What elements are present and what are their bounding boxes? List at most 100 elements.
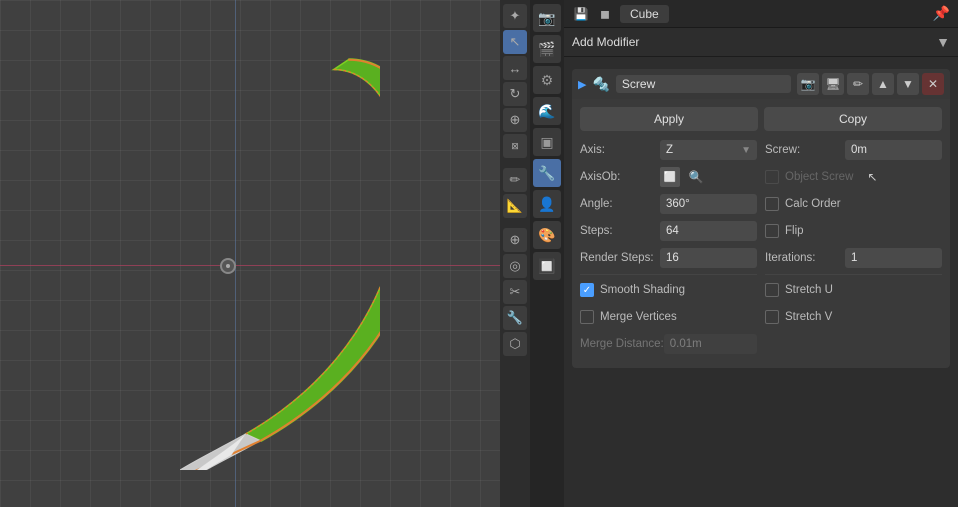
modifier-panel: ▶ 🔩 📷 🖥 ✏ ▲ ▼ ✕ Apply Copy <box>564 57 958 507</box>
axis-ob-field-row: AxisOb: ⬜ 🔍 <box>580 166 757 188</box>
left-column: Axis: Z ▼ AxisOb: ⬜ 🔍 <box>580 139 757 360</box>
stretch-u-checkbox[interactable] <box>765 283 779 297</box>
screw-value-text: 0m <box>851 144 867 156</box>
left-toolbar: ✦ ↖ ↔ ↻ ⊕ ⊠ ✏ 📐 ⊕ ◎ ✂ 🔧 ⬡ <box>500 0 530 507</box>
axis-chevron: ▼ <box>741 145 751 156</box>
iterations-value[interactable]: 1 <box>845 248 942 268</box>
origin-point <box>220 258 236 274</box>
modifier-body: Apply Copy Axis: Z ▼ <box>572 99 950 368</box>
render-steps-label: Render Steps: <box>580 252 660 264</box>
toolbar-extra2[interactable]: ⬡ <box>503 332 527 356</box>
prop-material[interactable]: 🎨 <box>533 221 561 249</box>
copy-button[interactable]: Copy <box>764 107 942 131</box>
steps-value[interactable]: 64 <box>660 221 757 241</box>
tab-cube[interactable]: Cube <box>620 5 669 23</box>
object-screw-label: Object Screw <box>785 171 853 183</box>
render-steps-field-row: Render Steps: 16 <box>580 247 757 269</box>
stretch-v-checkbox[interactable] <box>765 310 779 324</box>
modifier-render-btn[interactable]: 📷 <box>797 73 819 95</box>
angle-value[interactable]: 360° <box>660 194 757 214</box>
steps-field-row: Steps: 64 <box>580 220 757 242</box>
stretch-u-row: Stretch U <box>765 279 942 301</box>
toolbar-cursor[interactable]: ✦ <box>503 4 527 28</box>
toolbar-edit[interactable]: ✂ <box>503 280 527 304</box>
prop-particles[interactable]: 👤 <box>533 190 561 218</box>
separator <box>580 274 757 275</box>
steps-label: Steps: <box>580 225 660 237</box>
prop-scene[interactable]: ⚙ <box>533 66 561 94</box>
merge-distance-value: 0.01m <box>664 334 757 354</box>
toolbar-scale[interactable]: ⊕ <box>503 108 527 132</box>
axis-value[interactable]: Z ▼ <box>660 140 757 160</box>
smooth-shading-checkbox[interactable] <box>580 283 594 297</box>
add-modifier-bar[interactable]: Add Modifier ▼ <box>564 28 958 57</box>
calc-order-row: Calc Order <box>765 193 942 215</box>
render-steps-value-text: 16 <box>666 252 679 264</box>
apply-button[interactable]: Apply <box>580 107 758 131</box>
toolbar-annotate[interactable]: ✏ <box>503 168 527 192</box>
toolbar-move[interactable]: ↔ <box>503 56 527 80</box>
modifier-header-icons: 📷 🖥 ✏ ▲ ▼ ✕ <box>797 73 944 95</box>
add-modifier-label: Add Modifier <box>572 35 639 49</box>
modifier-actions-row: Apply Copy <box>580 107 942 131</box>
axis-value-text: Z <box>666 144 673 156</box>
toolbar-transform[interactable]: ⊠ <box>503 134 527 158</box>
angle-value-text: 360° <box>666 198 690 210</box>
calc-order-label: Calc Order <box>785 198 841 210</box>
toolbar-sculpt[interactable]: ◎ <box>503 254 527 278</box>
iterations-label: Iterations: <box>765 252 845 264</box>
right-column: Screw: 0m Object Screw ↖ <box>765 139 942 360</box>
viewport[interactable] <box>0 0 500 507</box>
eyedropper-icon[interactable]: 🔍 <box>686 167 706 187</box>
modifier-move-up-btn[interactable]: ▲ <box>872 73 894 95</box>
object-screw-row: Object Screw ↖ <box>765 166 942 188</box>
prop-render[interactable]: 📷 <box>533 4 561 32</box>
top-bar: 💾 ◼ Cube 📌 <box>564 0 958 28</box>
calc-order-checkbox[interactable] <box>765 197 779 211</box>
toolbar-measure[interactable]: 📐 <box>503 194 527 218</box>
screw-value[interactable]: 0m <box>845 140 942 160</box>
merge-vertices-checkbox[interactable] <box>580 310 594 324</box>
angle-field-row: Angle: 360° <box>580 193 757 215</box>
cursor-indicator: ↖ <box>867 170 877 184</box>
flip-row: Flip <box>765 220 942 242</box>
axis-label: Axis: <box>580 144 660 156</box>
modifier-toggle[interactable]: ▶ <box>578 78 586 91</box>
modifier-close-btn[interactable]: ✕ <box>922 73 944 95</box>
angle-label: Angle: <box>580 198 660 210</box>
modifier-edit-btn[interactable]: ✏ <box>847 73 869 95</box>
merge-vertices-row: Merge Vertices <box>580 306 757 328</box>
screw-object <box>180 50 380 470</box>
toolbar-extra[interactable]: 🔧 <box>503 306 527 330</box>
add-modifier-arrow[interactable]: ▼ <box>936 34 950 50</box>
prop-modifier[interactable]: 🔧 <box>533 159 561 187</box>
modifier-move-down-btn[interactable]: ▼ <box>897 73 919 95</box>
stretch-v-label: Stretch V <box>785 311 832 323</box>
flip-checkbox[interactable] <box>765 224 779 238</box>
axis-field-row: Axis: Z ▼ <box>580 139 757 161</box>
right-separator <box>765 274 942 275</box>
steps-value-text: 64 <box>666 225 679 237</box>
render-steps-value[interactable]: 16 <box>660 248 757 268</box>
stretch-v-row: Stretch V <box>765 306 942 328</box>
prop-world[interactable]: 🌊 <box>533 97 561 125</box>
modifier-viewport-btn[interactable]: 🖥 <box>822 73 844 95</box>
toolbar-rotate[interactable]: ↻ <box>503 82 527 106</box>
prop-data[interactable]: 🔲 <box>533 252 561 280</box>
pin-icon[interactable]: 📌 <box>933 5 950 22</box>
modifier-name-input[interactable] <box>616 75 791 93</box>
merge-vertices-label: Merge Vertices <box>600 311 677 323</box>
axis-ob-mesh-icon[interactable]: ⬜ <box>660 167 680 187</box>
screw-field-row: Screw: 0m <box>765 139 942 161</box>
modifier-type-icon: 🔩 <box>592 76 609 93</box>
save-icon[interactable]: 💾 <box>572 5 590 23</box>
screw-label: Screw: <box>765 144 845 156</box>
cube-icon: ◼ <box>596 5 614 23</box>
toolbar-select[interactable]: ↖ <box>503 30 527 54</box>
properties-sidebar: 📷 🎬 ⚙ 🌊 ▣ 🔧 👤 🎨 🔲 <box>530 0 564 507</box>
toolbar-add[interactable]: ⊕ <box>503 228 527 252</box>
right-panel: 💾 ◼ Cube 📌 Add Modifier ▼ ▶ 🔩 📷 🖥 ✏ ▲ ▼ <box>564 0 958 507</box>
prop-output[interactable]: 🎬 <box>533 35 561 63</box>
prop-object[interactable]: ▣ <box>533 128 561 156</box>
iterations-value-text: 1 <box>851 252 857 264</box>
